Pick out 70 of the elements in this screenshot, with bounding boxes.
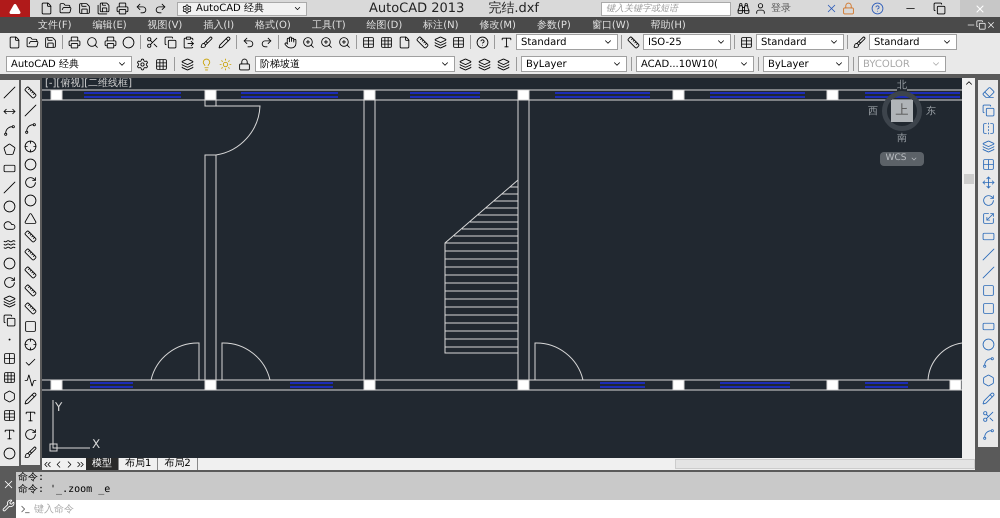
restore-icon[interactable] [931,0,948,17]
logo-icon [9,2,21,14]
menu-item[interactable]: 帮助(H) [650,18,686,32]
viewcube-top-face[interactable]: 上 [891,100,913,122]
window-controls-icon[interactable] [966,20,996,30]
layout-tab[interactable]: 模型 [86,458,119,470]
west-label[interactable]: 西 [868,104,878,118]
line-icon[interactable] [1,84,18,101]
save-as-icon[interactable] [95,0,112,17]
erase-icon[interactable] [980,84,996,101]
gear-icon[interactable] [134,56,151,72]
color-dropdown[interactable]: ByLayer [521,56,627,72]
menu-item[interactable]: 文件(F) [38,18,72,32]
north-label[interactable]: 北 [897,80,907,91]
menu-item[interactable]: 视图(V) [148,18,182,32]
axis-label: X [92,437,100,451]
search-field[interactable]: 键入关键字或短语 [601,2,731,16]
multileader-style-dropdown[interactable]: Standard [869,34,957,50]
linetype-dropdown[interactable]: ACAD...10W10( [636,56,754,72]
drawing-canvas[interactable]: [-][俯视][二维线框] Y X 北 西 上 东 南 WCS [42,78,962,458]
table-style-dropdown[interactable]: Standard [756,34,844,50]
curve-icon[interactable] [1,122,18,139]
circle-icon[interactable] [1,198,18,215]
south-label[interactable]: 南 [897,131,907,146]
table-icon[interactable] [1,407,18,424]
viewport-label[interactable]: [-][俯视][二维线框] [45,78,132,89]
command-history-line: 命令: [18,472,46,484]
binoculars-icon[interactable] [735,0,752,17]
plot-icon[interactable] [114,0,131,17]
horizontal-scrollbar[interactable] [675,459,975,469]
dimension-style-dropdown[interactable]: ISO-25 [643,34,731,50]
command-field[interactable]: 键入命令 [34,500,1000,518]
gear-icon [182,4,192,14]
move-icon[interactable] [980,174,996,191]
caret-icon [293,4,302,13]
vertical-scrollbar[interactable] [962,78,975,458]
layers-icon[interactable] [179,56,196,72]
axis-label: Y [55,400,62,414]
pentagon-icon[interactable] [1,141,18,158]
pan-icon[interactable] [282,34,299,50]
app-title: AutoCAD 2013 [368,0,464,18]
viewcube-ring[interactable]: 上 [882,91,922,131]
menu-item[interactable]: 修改(M) [480,18,516,32]
lineweight-dropdown[interactable]: ByLayer [763,56,849,72]
menu-item[interactable]: 绘图(D) [366,18,402,32]
sign-in-link[interactable]: 登录 [771,1,791,16]
menu-item[interactable]: 格式(O) [255,18,291,32]
wrench-icon[interactable] [0,497,16,514]
help-icon[interactable] [474,34,491,50]
save-icon[interactable] [76,0,93,17]
ucs-axes-drawing [50,400,90,452]
print-icon[interactable] [66,34,83,50]
menu-item[interactable]: 工具(T) [312,18,346,32]
menu-item[interactable]: 插入(I) [203,18,234,32]
workspace-dropdown[interactable]: AutoCAD 经典 [6,56,132,72]
command-history-line: 命令: '_.zoom _e [18,484,112,496]
east-label[interactable]: 东 [926,104,936,118]
layer-dropdown[interactable]: 阶梯坡道 [255,56,455,72]
application-menu-button[interactable] [0,0,30,17]
linear-dimension-icon[interactable] [22,84,39,101]
menu-item[interactable]: 编辑(E) [92,18,127,32]
workspace-dropdown[interactable]: AutoCAD 经典 [177,2,307,16]
ellipse-icon[interactable] [1,255,18,272]
menu-item[interactable]: 标注(N) [423,18,459,32]
text-style-dropdown[interactable]: Standard [516,34,618,50]
menu-item[interactable]: 参数(P) [536,18,571,32]
menu-item[interactable]: 窗口(W) [592,18,630,32]
copy-icon[interactable] [162,34,179,50]
scroll-thumb[interactable] [964,174,974,184]
file-name: 完结.dxf [488,0,540,18]
